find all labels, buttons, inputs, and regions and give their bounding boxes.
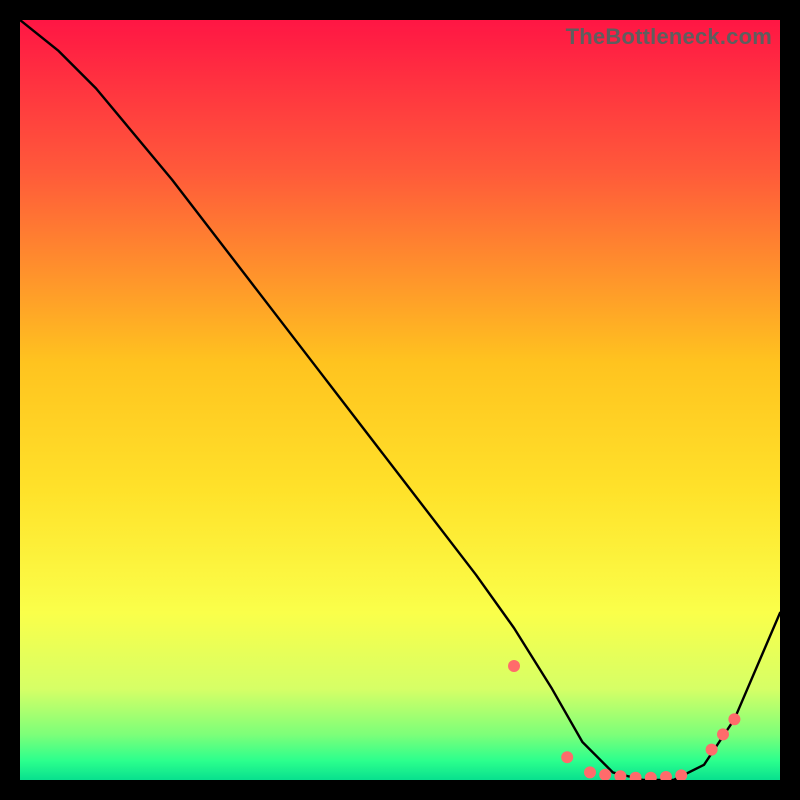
marker-point (706, 744, 718, 756)
marker-point (561, 751, 573, 763)
marker-point (717, 728, 729, 740)
marker-point (508, 660, 520, 672)
chart-svg (20, 20, 780, 780)
marker-point (728, 713, 740, 725)
chart-frame: TheBottleneck.com (20, 20, 780, 780)
marker-point (584, 766, 596, 778)
watermark-text: TheBottleneck.com (566, 24, 772, 50)
